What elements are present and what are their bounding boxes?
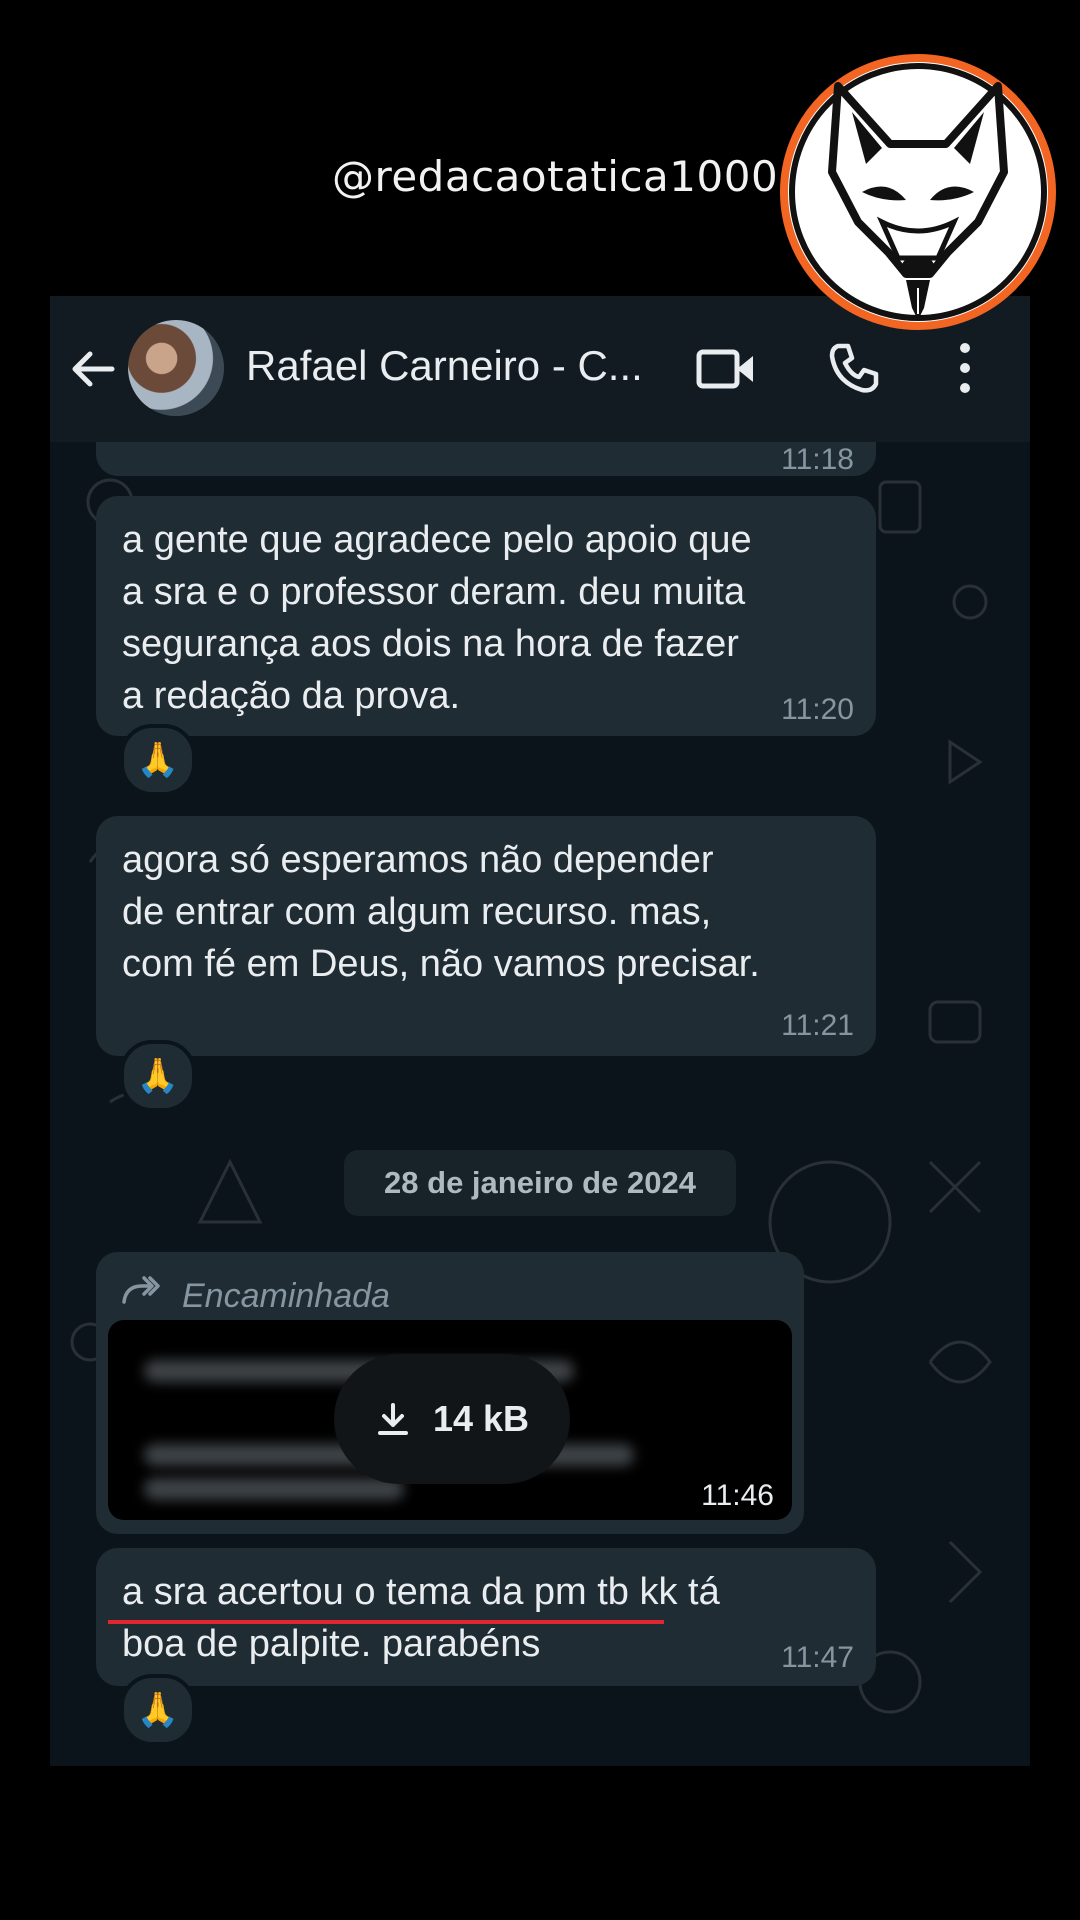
message-bubble[interactable]: agora só esperamos não depender de entra… xyxy=(96,816,876,1056)
forward-icon xyxy=(122,1276,160,1304)
message-bubble[interactable]: a sra acertou o tema da pm tb kk tá boa … xyxy=(96,1548,876,1686)
contact-avatar[interactable] xyxy=(128,320,224,416)
phone-call-icon[interactable] xyxy=(826,340,882,396)
message-text: a gente que agradece pelo apoio que a sr… xyxy=(122,519,752,717)
download-icon xyxy=(377,1403,408,1435)
message-time: 11:47 xyxy=(781,1641,854,1674)
chat-screen: Rafael Carneiro - C... 11:18 a gente que… xyxy=(50,296,1030,1766)
message-time: 11:18 xyxy=(781,443,854,476)
instagram-handle: @redacaotatica1000 xyxy=(332,152,779,201)
message-text: a sra acertou o tema da pm tb kk tá boa … xyxy=(122,1571,720,1665)
message-text: agora só esperamos não depender de entra… xyxy=(122,839,760,985)
date-separator: 28 de janeiro de 2024 xyxy=(344,1150,736,1216)
message-time: 11:20 xyxy=(781,693,854,726)
highlight-underline xyxy=(108,1620,664,1624)
document-preview[interactable]: 14 kB 11:46 xyxy=(108,1320,792,1520)
pray-emoji: 🙏 xyxy=(136,1691,180,1729)
forwarded-attachment-message[interactable]: Encaminhada 14 kB 11:46 xyxy=(96,1252,804,1534)
message-bubble[interactable]: a gente que agradece pelo apoio que a sr… xyxy=(96,496,876,736)
message-reaction[interactable]: 🙏 xyxy=(120,1040,196,1112)
back-arrow-icon[interactable] xyxy=(68,344,118,394)
attachment-size: 14 kB xyxy=(432,1398,530,1439)
forwarded-label: Encaminhada xyxy=(182,1277,390,1315)
more-options-icon[interactable] xyxy=(950,340,980,396)
message-reaction[interactable]: 🙏 xyxy=(120,724,196,796)
fox-logo-icon xyxy=(780,54,1056,330)
message-time: 11:21 xyxy=(781,1009,854,1042)
pray-emoji: 🙏 xyxy=(136,1057,180,1095)
message-reaction[interactable]: 🙏 xyxy=(120,1674,196,1746)
pray-emoji: 🙏 xyxy=(136,741,180,779)
contact-name[interactable]: Rafael Carneiro - C... xyxy=(246,342,643,390)
video-call-icon[interactable] xyxy=(696,344,756,394)
download-button[interactable]: 14 kB xyxy=(334,1354,570,1484)
message-time: 11:46 xyxy=(701,1479,774,1512)
